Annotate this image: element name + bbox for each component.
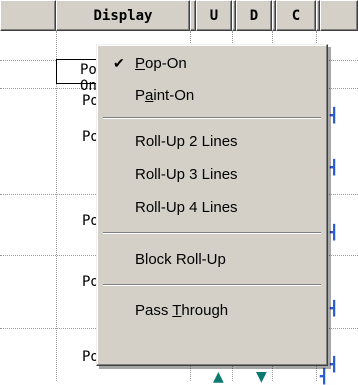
menu-item-label: Roll-Up 4 Lines xyxy=(135,198,238,216)
c-marker-icon: ┫ xyxy=(330,160,339,176)
menu-item-label: Pop-On xyxy=(135,54,187,72)
column-header-u[interactable]: U xyxy=(196,0,232,31)
column-header-d[interactable]: D xyxy=(236,0,272,31)
menu-item-paint-on[interactable]: Paint-On xyxy=(97,81,327,109)
c-marker-icon: ┫ xyxy=(330,108,339,124)
menu-item-label: Roll-Up 2 Lines xyxy=(135,132,238,150)
menu-item-label: Block Roll-Up xyxy=(135,250,226,268)
column-header-display[interactable]: Display xyxy=(56,0,190,31)
menu-separator xyxy=(103,232,321,234)
menu-item-label: Paint-On xyxy=(135,86,195,104)
column-header-extra[interactable] xyxy=(320,0,358,31)
menu-item-block-roll-up[interactable]: Block Roll-Up xyxy=(97,245,327,273)
menu-item-label: Pass Through xyxy=(135,301,229,319)
c-marker-icon: ┫ xyxy=(330,225,339,241)
menu-item-roll-up-3[interactable]: Roll-Up 3 Lines xyxy=(97,160,327,188)
checkmark-icon: ✔ xyxy=(113,54,125,71)
d-marker-icon: ▼ xyxy=(256,369,267,385)
display-mode-context-menu[interactable]: ✔ Pop-On Paint-On Roll-Up 2 Lines Roll-U… xyxy=(96,44,328,366)
menu-separator xyxy=(103,284,321,286)
u-marker-icon: ▲ xyxy=(213,369,224,385)
menu-separator xyxy=(103,117,321,119)
table-row-display[interactable]: Pop-On xyxy=(80,62,96,94)
menu-item-label: Roll-Up 3 Lines xyxy=(135,165,238,183)
c-marker-icon: ┫ xyxy=(330,357,339,373)
c-marker-icon: ┫ xyxy=(330,301,339,317)
menu-item-pass-through[interactable]: Pass Through xyxy=(97,296,327,324)
c-marker-icon: ┫ xyxy=(320,369,329,385)
column-header-c[interactable]: C xyxy=(276,0,316,31)
column-header-blank[interactable] xyxy=(0,0,56,31)
menu-item-roll-up-2[interactable]: Roll-Up 2 Lines xyxy=(97,127,327,155)
menu-item-pop-on[interactable]: ✔ Pop-On xyxy=(97,49,327,77)
menu-item-roll-up-4[interactable]: Roll-Up 4 Lines xyxy=(97,193,327,221)
